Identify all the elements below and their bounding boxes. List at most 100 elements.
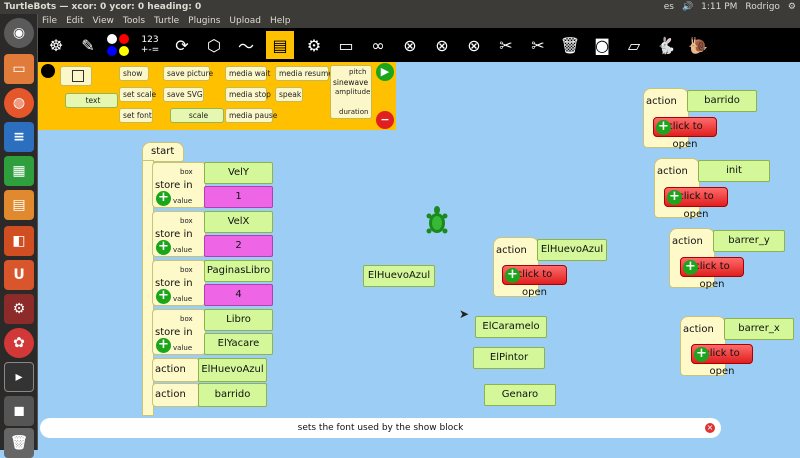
settings-icon[interactable]: ⚙ <box>4 294 34 324</box>
menu-file[interactable]: File <box>42 14 57 28</box>
sinewave-block[interactable]: pitch sinewave amplitude duration <box>330 65 372 119</box>
text-block-elhuevoazul[interactable]: ElHuevoAzul <box>363 265 435 287</box>
eraser-icon[interactable]: ▱ <box>620 31 648 59</box>
cross-circle-icon[interactable]: ⊗ <box>396 31 424 59</box>
box-value-4[interactable]: ElYacare <box>204 333 273 355</box>
ubuntu-logo-icon[interactable]: ◉ <box>4 18 34 48</box>
ubuntu-one-icon[interactable]: U <box>4 260 34 290</box>
calc-icon[interactable]: ▦ <box>4 156 34 186</box>
store-in-block-1[interactable]: store in box value + <box>152 162 206 208</box>
turtle-app-icon[interactable]: ✿ <box>4 328 34 358</box>
writer-icon[interactable]: ≡ <box>4 122 34 152</box>
palette-orientation-icon[interactable] <box>41 64 55 78</box>
media-resume-block[interactable]: media resume <box>275 66 333 81</box>
menu-plugins[interactable]: Plugins <box>188 14 220 28</box>
action-stack-name-barrer-x[interactable]: barrer_x <box>724 318 794 340</box>
store-in-block-2[interactable]: store in box value + <box>152 211 206 257</box>
speak-block[interactable]: speak <box>275 87 303 102</box>
workspace-icon[interactable]: ◼ <box>4 396 34 426</box>
action-name-2[interactable]: barrido <box>198 383 267 407</box>
expand-icon[interactable]: + <box>667 190 682 205</box>
extras-palette-icon[interactable]: ▤ <box>266 31 294 59</box>
store-in-block-4[interactable]: store in box value + <box>152 309 206 355</box>
cross-circle-z-icon[interactable]: ⊗ <box>428 31 456 59</box>
menu-edit[interactable]: Edit <box>66 14 83 28</box>
flow-icon[interactable]: ⟳ <box>168 31 196 59</box>
text-block-elcaramelo[interactable]: ElCaramelo <box>475 316 547 338</box>
expand-icon[interactable]: + <box>156 191 171 206</box>
start-block[interactable]: start <box>142 142 184 162</box>
trash-icon[interactable]: 🗑 <box>4 428 34 458</box>
cross-circle-alt-icon[interactable]: ⊗ <box>460 31 488 59</box>
action-stack-name-elhuevoazul[interactable]: ElHuevoAzul <box>537 239 607 261</box>
save-picture-block[interactable]: save picture <box>163 66 213 81</box>
show-block[interactable]: show <box>119 66 149 81</box>
expand-icon[interactable]: + <box>683 260 698 275</box>
keyboard-indicator[interactable]: es <box>664 0 674 14</box>
power-icon[interactable]: ⚙ <box>788 0 796 14</box>
colors-icon[interactable] <box>104 31 132 59</box>
menu-tools[interactable]: Tools <box>123 14 145 28</box>
pen-icon[interactable]: ✎ <box>74 31 102 59</box>
set-font-block[interactable]: set font <box>119 108 153 123</box>
text-block[interactable]: text <box>65 93 118 108</box>
actions-icon[interactable]: 〜 <box>232 31 260 59</box>
turtle-palette-icon[interactable]: ☸ <box>42 31 70 59</box>
box-value-2[interactable]: 2 <box>204 235 273 257</box>
impress-icon[interactable]: ▤ <box>4 190 34 220</box>
presentation-icon[interactable]: ▭ <box>332 31 360 59</box>
scale-block[interactable]: scale <box>170 108 224 123</box>
media-wait-block[interactable]: media wait <box>225 66 271 81</box>
scissors-alt-icon[interactable]: ✂ <box>524 31 552 59</box>
text-block-elpintor[interactable]: ElPintor <box>473 347 545 369</box>
action-call-2[interactable]: action <box>152 383 200 407</box>
action-stack-name-barrer-y[interactable]: barrer_y <box>713 230 785 252</box>
infinity-icon[interactable]: ∞ <box>364 31 392 59</box>
box-name-3[interactable]: PaginasLibro <box>204 260 273 282</box>
text-block-genaro[interactable]: Genaro <box>484 384 556 406</box>
hide-palette-icon[interactable]: − <box>376 111 394 129</box>
camera-icon[interactable]: ◙ <box>588 31 616 59</box>
store-in-block-3[interactable]: store in box value + <box>152 260 206 306</box>
volume-icon[interactable]: 🔊 <box>682 0 693 14</box>
rabbit-icon[interactable]: 🐇 <box>652 31 680 59</box>
menu-view[interactable]: View <box>93 14 114 28</box>
user-name[interactable]: Rodrigo <box>745 0 780 14</box>
expand-icon[interactable]: + <box>156 338 171 353</box>
next-palette-icon[interactable]: ▶ <box>376 63 394 81</box>
turtle-icon[interactable] <box>426 206 448 236</box>
numbers-icon[interactable]: 123 +-= <box>136 31 164 59</box>
expand-icon[interactable]: + <box>156 240 171 255</box>
menu-turtle[interactable]: Turtle <box>154 14 179 28</box>
snail-icon[interactable]: 🐌 <box>684 31 712 59</box>
box-name-4[interactable]: Libro <box>204 309 273 331</box>
expand-icon[interactable]: + <box>156 289 171 304</box>
action-stack-name-init[interactable]: init <box>698 160 770 182</box>
boxes-icon[interactable]: ⬡ <box>200 31 228 59</box>
clock[interactable]: 1:11 PM <box>701 0 737 14</box>
box-name-2[interactable]: VelX <box>204 211 273 233</box>
media-stop-block[interactable]: media stop <box>225 87 271 102</box>
box-value-1[interactable]: 1 <box>204 186 273 208</box>
action-call-1[interactable]: action <box>152 358 200 382</box>
expand-icon[interactable]: + <box>656 120 671 135</box>
media-pause-block[interactable]: media pause <box>225 108 277 123</box>
action-name-1[interactable]: ElHuevoAzul <box>198 358 267 382</box>
menu-upload[interactable]: Upload <box>229 14 261 28</box>
action-stack-name-barrido[interactable]: barrido <box>687 90 757 112</box>
trash-palette-icon[interactable]: 🗑 <box>556 31 584 59</box>
box-name-1[interactable]: VelY <box>204 162 273 184</box>
expand-icon[interactable]: + <box>694 347 709 362</box>
software-center-icon[interactable]: ◧ <box>4 226 34 256</box>
box-value-3[interactable]: 4 <box>204 284 273 306</box>
expand-icon[interactable]: + <box>505 268 520 283</box>
set-scale-block[interactable]: set scale <box>119 87 156 102</box>
firefox-icon[interactable]: ◍ <box>4 88 34 118</box>
menu-help[interactable]: Help <box>270 14 291 28</box>
files-icon[interactable]: ▭ <box>4 54 34 84</box>
terminal-icon[interactable]: ▸ <box>4 362 34 392</box>
gear-icon[interactable]: ⚙ <box>300 31 328 59</box>
scissors-icon[interactable]: ✂ <box>492 31 520 59</box>
close-icon[interactable]: × <box>705 423 715 433</box>
image-block[interactable] <box>60 66 92 86</box>
